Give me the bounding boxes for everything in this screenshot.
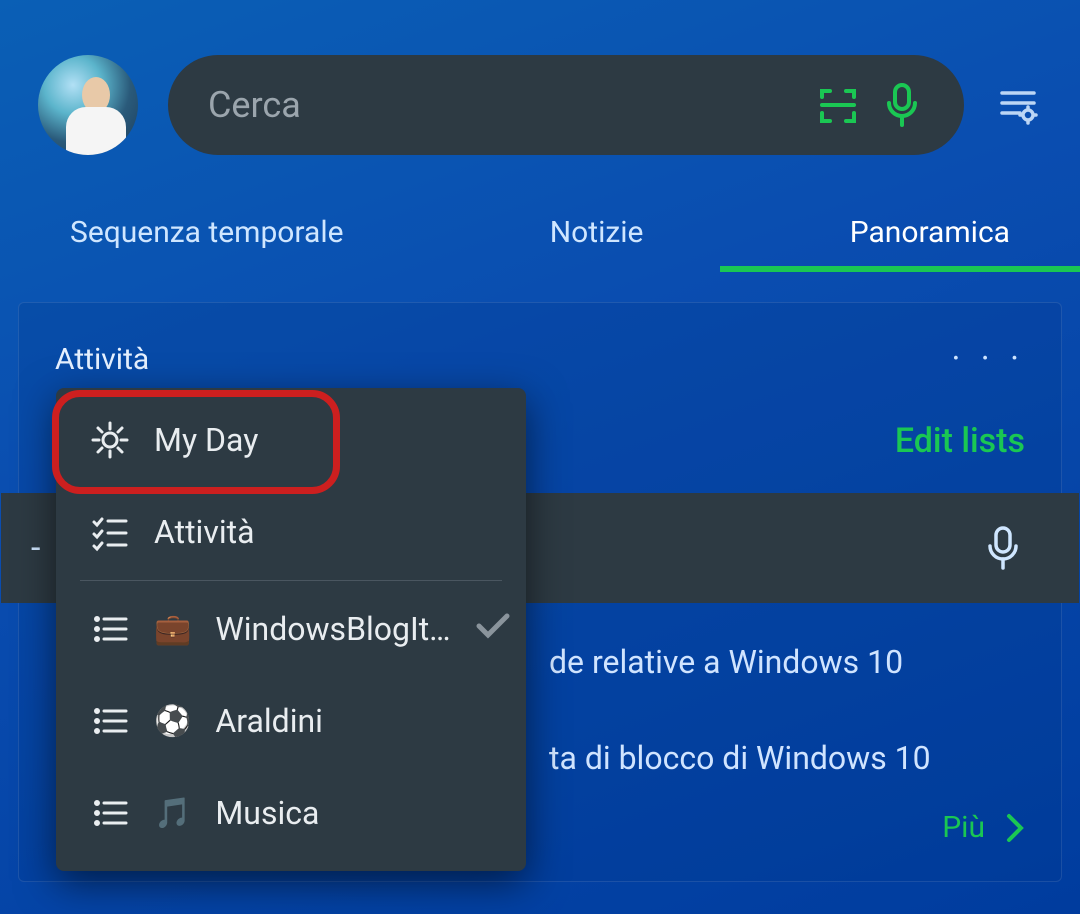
search-placeholder: Cerca (208, 84, 796, 126)
dropdown-item-musica[interactable]: 🎵 Musica (56, 767, 526, 859)
check-icon (475, 610, 511, 648)
search-bar[interactable]: Cerca (168, 55, 964, 155)
dropdown-item-araldini[interactable]: ⚽ Araldini (56, 675, 526, 767)
header: Cerca (0, 0, 1080, 185)
dropdown-item-label: Araldini (215, 702, 323, 740)
card-more-icon[interactable]: · · · (951, 339, 1025, 379)
dropdown-item-myday[interactable]: My Day (56, 394, 526, 486)
tab-active-underline (720, 266, 1080, 272)
dropdown-separator (80, 580, 502, 581)
dropdown-item-emoji: ⚽ (154, 704, 191, 739)
chevron-right-icon (1005, 812, 1025, 844)
scan-icon[interactable] (816, 83, 860, 127)
tab-timeline[interactable]: Sequenza temporale (70, 215, 344, 272)
dropdown-item-label: Attività (154, 513, 254, 551)
dropdown-item-label: Musica (215, 794, 319, 832)
dropdown-item-tasks[interactable]: Attività (56, 486, 526, 578)
dropdown-item-emoji: 💼 (154, 612, 191, 647)
dropdown-item-windowsblogit[interactable]: 💼 WindowsBlogIt… (56, 583, 526, 675)
list-dropdown: My Day Attività 💼 WindowsBlogIt… (56, 388, 526, 871)
dropdown-item-label: WindowsBlogIt… (215, 610, 450, 648)
settings-list-icon[interactable] (994, 81, 1042, 129)
mic-icon[interactable] (880, 83, 924, 127)
edit-lists-link[interactable]: Edit lists (895, 421, 1025, 461)
list-icon (90, 701, 130, 741)
list-icon (90, 609, 130, 649)
more-link[interactable]: Più (942, 810, 1025, 845)
tab-overview[interactable]: Panoramica (850, 215, 1010, 272)
sun-icon (90, 420, 130, 460)
dropdown-item-label: My Day (154, 421, 258, 459)
input-dash: - (31, 528, 40, 568)
mic-icon[interactable] (983, 524, 1023, 572)
tasks-icon (90, 512, 130, 552)
avatar[interactable] (38, 55, 138, 155)
tabs: Sequenza temporale Notizie Panoramica (0, 185, 1080, 272)
tab-news[interactable]: Notizie (550, 215, 644, 272)
list-icon (90, 793, 130, 833)
dropdown-item-emoji: 🎵 (154, 796, 191, 831)
card-title: Attività (55, 342, 149, 377)
